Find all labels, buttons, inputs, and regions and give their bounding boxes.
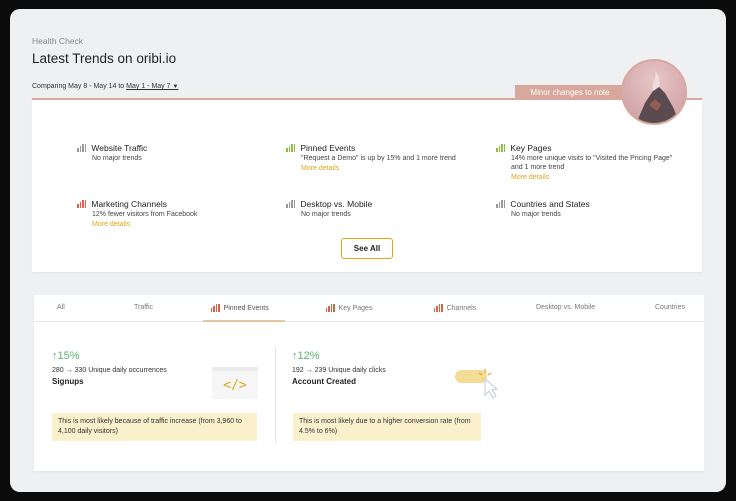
avatar: [621, 59, 687, 125]
summary-desc: No major trends: [301, 211, 351, 218]
app-window: Health Check Latest Trends on oribi.io C…: [10, 9, 726, 492]
summary-desc: 14% more unique visits to "Visited the P…: [511, 155, 673, 171]
chevron-down-icon: ▼: [172, 84, 179, 90]
more-details-link[interactable]: More details: [92, 221, 262, 228]
tab-label: Channels: [446, 304, 477, 312]
metric-account-created: ↑12% 192 → 239 Unique daily clicks Accou…: [292, 350, 386, 386]
bar-chart-icon: [286, 144, 296, 152]
date-range-dropdown[interactable]: May 1 - May 7 ▼: [126, 83, 178, 90]
insight-note: This is most likely due to a higher conv…: [293, 413, 481, 441]
status-banner: Minor changes to note: [515, 85, 625, 100]
code-icon: </>: [212, 367, 258, 399]
click-icon: [455, 369, 499, 399]
tab-desktop-vs-mobile[interactable]: Desktop vs. Mobile: [536, 304, 595, 311]
bar-chart-icon: [326, 304, 335, 312]
metric-counts: 192 → 239 Unique daily clicks: [292, 367, 386, 374]
page-title: Latest Trends on oribi.io: [32, 51, 177, 66]
date-range-value: May 1 - May 7: [126, 83, 171, 90]
tab-bar: All Traffic Pinned Events Key Pages Chan…: [34, 295, 704, 322]
bar-chart-icon: [77, 200, 87, 208]
summary-key-pages[interactable]: Key Pages 14% more unique visits to "Vis…: [496, 143, 676, 181]
more-details-link[interactable]: More details: [511, 174, 676, 181]
metric-counts: 280 → 330 Unique daily occurrences: [52, 367, 167, 374]
tab-label: Pinned Events: [223, 304, 269, 312]
bar-chart-icon: [434, 304, 443, 312]
metric-signups: ↑15% 280 → 330 Unique daily occurrences …: [52, 350, 167, 386]
bar-chart-icon: [496, 200, 506, 208]
summary-website-traffic[interactable]: Website Traffic No major trends: [77, 143, 262, 164]
summary-marketing-channels[interactable]: Marketing Channels 12% fewer visitors fr…: [77, 199, 262, 228]
metric-change: ↑12%: [292, 350, 386, 362]
summary-desc: 12% fewer visitors from Facebook: [92, 211, 198, 218]
tab-label: Countries: [655, 304, 685, 311]
tab-key-pages[interactable]: Key Pages: [326, 304, 372, 312]
tab-all[interactable]: All: [57, 304, 65, 311]
tab-label: Desktop vs. Mobile: [536, 304, 596, 311]
summary-title: Countries and States: [510, 199, 590, 209]
summary-desktop-vs-mobile[interactable]: Desktop vs. Mobile No major trends: [286, 199, 471, 220]
bar-chart-icon: [286, 200, 296, 208]
active-tab-indicator: [203, 320, 285, 322]
metric-name: Signups: [52, 377, 84, 386]
metric-percent: 15%: [57, 350, 80, 362]
metric-divider: [275, 347, 276, 443]
summary-title: Pinned Events: [300, 143, 356, 153]
summary-pinned-events[interactable]: Pinned Events "Request a Demo" is up by …: [286, 143, 471, 172]
svg-text:</>: </>: [223, 378, 247, 393]
bar-chart-icon: [496, 144, 506, 152]
summary-desc: No major trends: [92, 155, 142, 162]
summary-desc: No major trends: [511, 211, 561, 218]
tab-label: Key Pages: [338, 304, 373, 312]
trend-details-card: All Traffic Pinned Events Key Pages Chan…: [34, 295, 704, 471]
tab-label: All: [57, 304, 65, 311]
tab-channels[interactable]: Channels: [434, 304, 476, 312]
compare-label: Comparing May 8 - May 14 to: [32, 83, 125, 90]
summary-countries-states[interactable]: Countries and States No major trends: [496, 199, 681, 220]
summary-title: Desktop vs. Mobile: [300, 199, 373, 209]
summary-title: Marketing Channels: [91, 199, 167, 209]
see-all-button[interactable]: See All: [341, 238, 393, 259]
metric-change: ↑15%: [52, 350, 167, 362]
insight-note: This is most likely because of traffic i…: [52, 413, 257, 441]
tab-pinned-events[interactable]: Pinned Events: [211, 304, 269, 312]
summary-desc: "Request a Demo" is up by 15% and 1 more…: [301, 155, 456, 162]
breadcrumb[interactable]: Health Check: [32, 36, 83, 46]
tab-countries[interactable]: Countries: [655, 304, 685, 311]
metric-percent: 12%: [297, 350, 320, 362]
tab-label: Traffic: [134, 304, 154, 311]
metric-name: Account Created: [292, 377, 357, 386]
date-compare: Comparing May 8 - May 14 to May 1 - May …: [32, 83, 178, 90]
summary-title: Key Pages: [510, 143, 552, 153]
more-details-link[interactable]: More details: [301, 165, 471, 172]
summary-title: Website Traffic: [91, 143, 148, 153]
bar-chart-icon: [77, 144, 87, 152]
tab-traffic[interactable]: Traffic: [134, 304, 153, 311]
bar-chart-icon: [211, 304, 220, 312]
